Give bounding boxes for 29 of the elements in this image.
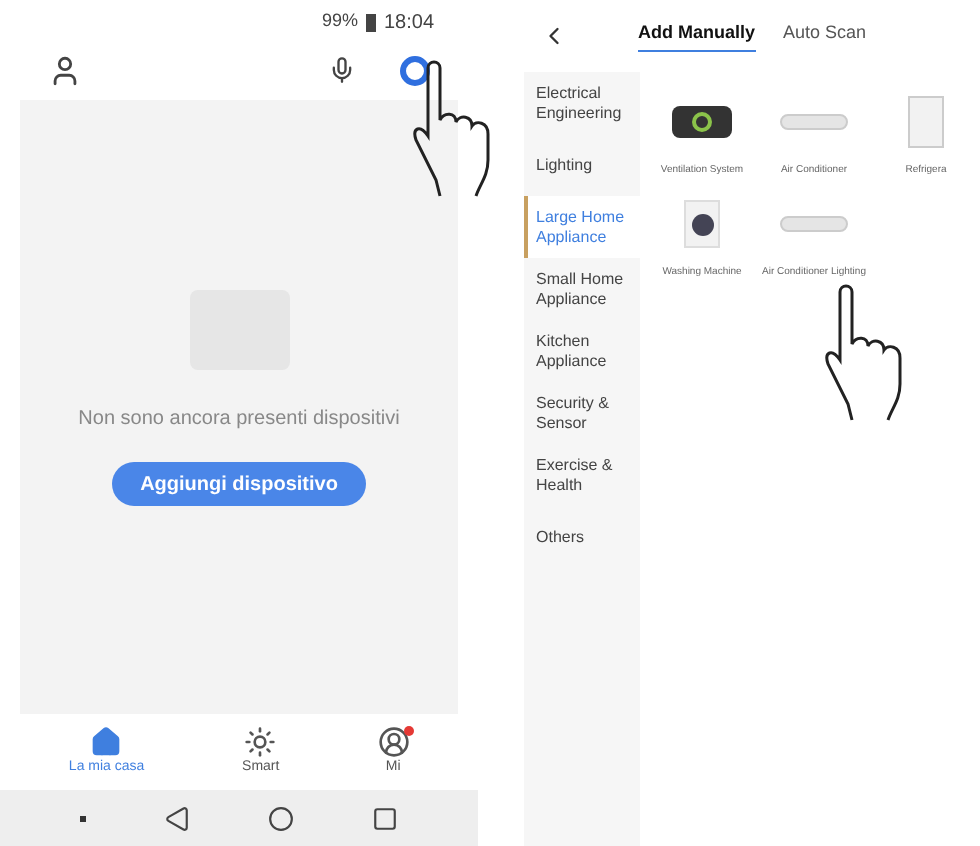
back-nav-icon[interactable]: [163, 805, 190, 831]
refrigerator-icon: [908, 96, 944, 148]
empty-message: Non sono ancora presenti dispositivi: [78, 406, 400, 434]
category-item[interactable]: Electrical Engineering: [524, 72, 640, 134]
air-conditioner-icon: [780, 114, 848, 130]
tab[interactable]: Add Manually: [638, 20, 756, 52]
profile-icon[interactable]: [48, 53, 82, 87]
category-item[interactable]: Exercise & Health: [524, 444, 640, 506]
ventilation-unit-icon: [672, 106, 732, 138]
air-conditioner-icon: [780, 216, 848, 232]
category-item[interactable]: Others: [524, 506, 640, 568]
category-item[interactable]: Lighting: [524, 134, 640, 196]
add-button[interactable]: [400, 55, 431, 85]
tab[interactable]: Auto Scan: [783, 20, 867, 52]
home-icon: [90, 725, 123, 758]
category-item[interactable]: Small Home Appliance: [524, 258, 640, 320]
sun-icon: [244, 725, 277, 758]
battery-percentage: 99%: [321, 8, 358, 35]
washing-machine-icon: [684, 200, 720, 248]
user-icon: [377, 725, 410, 758]
category-item[interactable]: Large Home Appliance: [524, 196, 640, 258]
clock-time: 18:04: [383, 9, 435, 37]
battery-icon: [365, 13, 376, 31]
category-item[interactable]: Kitchen Appliance: [524, 320, 640, 382]
recents-nav-icon[interactable]: [372, 805, 399, 831]
microphone-icon[interactable]: [328, 56, 357, 84]
add-device-button[interactable]: Aggiungi dispositivo: [112, 462, 366, 506]
category-item[interactable]: Security & Sensor: [524, 382, 640, 444]
home-nav-icon[interactable]: [268, 805, 295, 831]
